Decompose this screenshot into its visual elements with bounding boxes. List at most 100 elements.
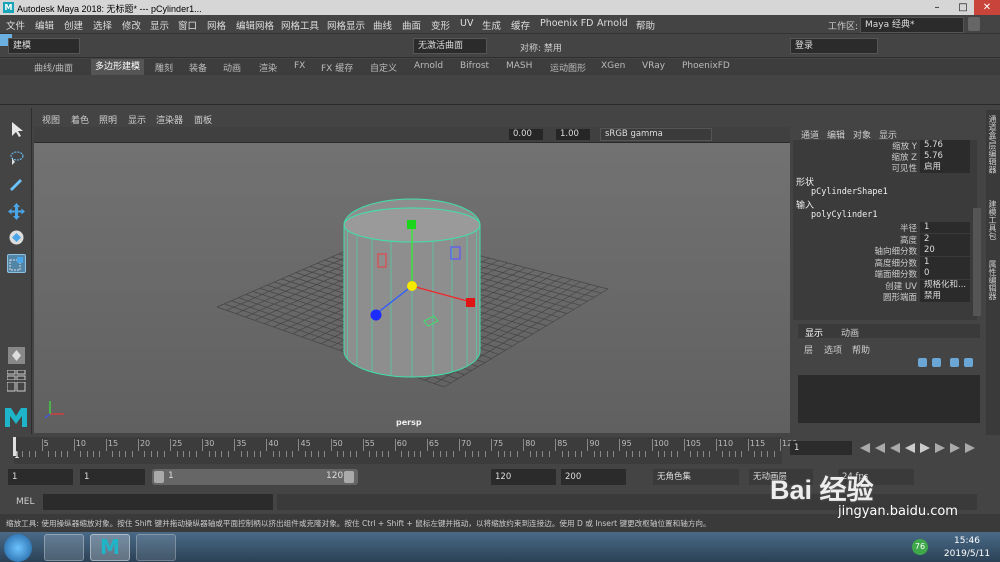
workspace-dropdown[interactable]: Maya 经典* <box>860 17 964 33</box>
playback-end-field[interactable]: 120 <box>491 469 556 485</box>
paint-select-icon[interactable] <box>7 174 26 193</box>
channel-attr-value[interactable]: 20 <box>920 245 970 256</box>
login-dropdown[interactable]: 登录 <box>790 38 878 54</box>
layer-tab[interactable]: 动画 <box>841 326 859 339</box>
shelf-tab[interactable]: Arnold <box>414 61 443 71</box>
layout-single-icon[interactable] <box>7 346 26 365</box>
layer-move-down-icon[interactable] <box>932 358 941 367</box>
menu-set-dropdown[interactable]: 建模 <box>8 38 80 54</box>
symmetry-label[interactable]: 对称: 禁用 <box>520 41 562 54</box>
shelf-tab[interactable]: FX <box>294 61 305 71</box>
channel-attr-value[interactable]: 5.76 <box>920 140 970 151</box>
menu-item[interactable]: 曲线 <box>373 18 392 32</box>
menu-item[interactable]: Phoenix FD <box>540 18 594 29</box>
menu-item[interactable]: 网格工具 <box>281 18 319 32</box>
new-layer-selected-icon[interactable] <box>964 358 973 367</box>
lock-icon[interactable] <box>968 17 980 31</box>
clock-time[interactable]: 15:46 <box>942 536 992 546</box>
channel-attr-value[interactable]: 禁用 <box>920 291 970 302</box>
scale-tool-icon[interactable] <box>7 254 26 273</box>
channel-attr-value[interactable]: 规格化和... <box>920 279 970 291</box>
viewport-menu-item[interactable]: 视图 <box>42 113 60 126</box>
channel-attr-value[interactable]: 5.76 <box>920 151 970 162</box>
menu-item[interactable]: 编辑 <box>35 18 54 32</box>
side-tab[interactable]: 通道盒/层编辑器 <box>987 115 998 174</box>
close-button[interactable]: ✕ <box>974 0 1000 15</box>
menu-item[interactable]: 创建 <box>64 18 83 32</box>
viewport-menu-item[interactable]: 面板 <box>194 113 212 126</box>
start-frame-field[interactable]: 1 <box>8 469 73 485</box>
menu-item[interactable]: 网格 <box>207 18 226 32</box>
layer-move-up-icon[interactable] <box>918 358 927 367</box>
menu-item[interactable]: UV <box>460 18 473 29</box>
lasso-tool-icon[interactable] <box>7 148 26 167</box>
tray-badge[interactable]: 76 <box>912 539 928 555</box>
mel-label[interactable]: MEL <box>16 497 34 507</box>
channel-attr-value[interactable]: 0 <box>920 268 970 279</box>
shelf-tab[interactable]: 装备 <box>189 61 207 74</box>
key-forward-icon[interactable] <box>935 443 945 453</box>
shelf-tab[interactable]: Bifrost <box>460 61 489 71</box>
rotate-tool-icon[interactable] <box>7 228 26 247</box>
live-surface-field[interactable]: 无激活曲面 <box>413 38 487 54</box>
layout-side-icon[interactable] <box>6 381 26 392</box>
gamma-field[interactable]: 1.00 <box>556 129 590 140</box>
side-tab[interactable]: 建模工具包 <box>987 200 998 240</box>
menu-item[interactable]: 变形 <box>431 18 450 32</box>
menu-item[interactable]: 窗口 <box>178 18 197 32</box>
new-layer-icon[interactable] <box>950 358 959 367</box>
exposure-field[interactable]: 0.00 <box>509 129 543 140</box>
key-back-icon[interactable] <box>890 443 900 453</box>
channel-attr-value[interactable]: 1 <box>920 222 970 233</box>
shelf-tab[interactable]: VRay <box>642 61 665 71</box>
step-forward-icon[interactable] <box>950 443 960 453</box>
menu-item[interactable]: 文件 <box>6 18 25 32</box>
viewport-menu-item[interactable]: 显示 <box>128 113 146 126</box>
menu-item[interactable]: 曲面 <box>402 18 421 32</box>
menu-item[interactable]: 生成 <box>482 18 501 32</box>
shelf-tab[interactable]: 雕刻 <box>155 61 173 74</box>
input-node-name[interactable]: polyCylinder1 <box>811 210 878 220</box>
taskbar-app-sogou-icon[interactable] <box>44 534 84 561</box>
shelf-tab[interactable]: 动画 <box>223 61 241 74</box>
go-end-icon[interactable] <box>965 443 975 453</box>
command-input[interactable] <box>43 494 273 510</box>
move-tool-icon[interactable] <box>7 202 26 221</box>
layer-tab[interactable]: 显示 <box>805 326 823 339</box>
play-forward-icon[interactable] <box>920 443 930 453</box>
shelf-tab[interactable]: FX 缓存 <box>321 61 353 74</box>
menu-item[interactable]: 显示 <box>150 18 169 32</box>
shelf-tab[interactable]: 曲线/曲面 <box>34 61 73 74</box>
play-back-icon[interactable] <box>905 443 915 453</box>
menu-item[interactable]: 编辑网格 <box>236 18 274 32</box>
channel-attr-value[interactable]: 2 <box>920 233 970 245</box>
shelf-tab[interactable]: 渲染 <box>259 61 277 74</box>
minimize-button[interactable]: – <box>924 0 950 15</box>
shelf-tab[interactable]: 多边形建模 <box>91 59 145 75</box>
channel-scrollbar[interactable] <box>973 208 981 316</box>
perspective-viewport[interactable]: persp <box>34 143 790 433</box>
current-frame-field[interactable]: 1 <box>790 441 852 455</box>
range-start-handle[interactable] <box>154 471 164 483</box>
end-frame-field[interactable]: 200 <box>561 469 626 485</box>
shape-node-name[interactable]: pCylinderShape1 <box>811 187 888 197</box>
start-button-icon[interactable] <box>4 534 32 562</box>
shelf-tab[interactable]: XGen <box>601 61 625 71</box>
character-set-dropdown[interactable]: 无角色集 <box>653 469 739 485</box>
viewport-menu-item[interactable]: 照明 <box>99 113 117 126</box>
shelf-tab[interactable]: PhoenixFD <box>682 61 730 71</box>
clock-date[interactable]: 2019/5/11 <box>938 549 996 559</box>
channel-attr-value[interactable]: 启用 <box>920 162 970 173</box>
go-start-icon[interactable] <box>860 443 870 453</box>
shelf-tab[interactable]: 自定义 <box>370 61 397 74</box>
viewport-menu-item[interactable]: 渲染器 <box>156 113 183 126</box>
menu-item[interactable]: 缓存 <box>511 18 530 32</box>
menu-item[interactable]: 选择 <box>93 18 112 32</box>
viewport-menu-item[interactable]: 着色 <box>71 113 89 126</box>
shelf-tab[interactable]: 运动图形 <box>550 61 586 74</box>
taskbar-app-maya-icon[interactable]: M <box>90 534 130 561</box>
menu-item[interactable]: 网格显示 <box>327 18 365 32</box>
menu-item[interactable]: 帮助 <box>636 18 655 32</box>
select-tool-icon[interactable] <box>7 120 26 139</box>
channel-attr-value[interactable]: 1 <box>920 256 970 268</box>
